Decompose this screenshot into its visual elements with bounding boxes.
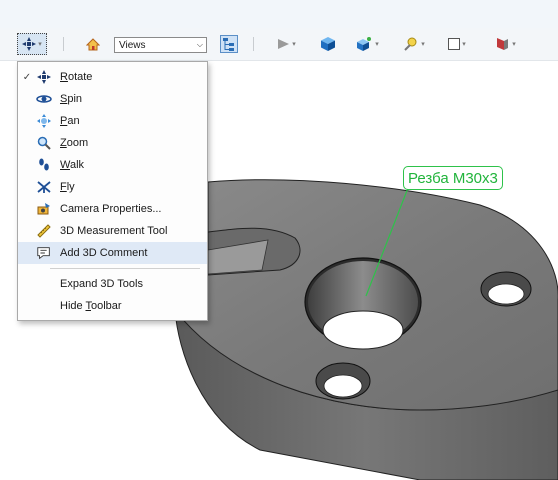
mounting-hole-front-opening [323,374,363,398]
3d-toolbar: ▾ ▾ ▾ ▾ ▾ ▾ [0,28,558,61]
menu-item-label: Expand 3D Tools [60,278,143,290]
part-color-button[interactable]: ▾ [444,33,470,55]
menu-item-pan[interactable]: Pan [18,110,207,132]
home-view-button[interactable] [84,33,102,55]
mounting-hole-right-opening [487,283,525,305]
chevron-down-icon: ⌵ [196,40,203,49]
3d-comment-text: Резба M30x3 [408,169,498,187]
rotate-icon [36,69,52,85]
menu-separator [50,268,200,269]
part-color-icon [448,38,461,50]
background-color-button[interactable]: ▾ [400,33,428,55]
menu-item-fly[interactable]: Fly [18,176,207,198]
cross-section-icon [497,38,509,50]
3d-object-icon [321,37,335,51]
camera-properties-icon [36,201,52,217]
menu-item-expand-3d-tools[interactable]: Expand 3D Tools [18,273,207,295]
navigation-tools-icon [22,37,37,51]
spin-icon [36,91,52,107]
menu-item-label: Fly [60,181,75,193]
cross-section-button[interactable]: ▾ [490,33,520,55]
add-comment-icon [36,245,52,261]
menu-item-label: Pan [60,115,80,127]
menu-item-spin[interactable]: Spin [18,88,207,110]
lighting-button[interactable]: ▾ [350,33,382,55]
toolbar-separator [63,37,64,51]
toolbar-separator [253,37,254,51]
menu-item-label: Walk [60,159,85,171]
menu-item-label: Add 3D Comment [60,247,148,259]
menu-item-label: Rotate [60,71,93,83]
menu-item-label: Camera Properties... [60,203,162,215]
zoom-icon [36,135,52,151]
navigation-tools-menu: ✓ Rotate Spin Pan Zoom Walk Fly Camera P… [17,61,208,321]
check-icon: ✓ [22,71,32,83]
home-view-icon [86,37,100,50]
menu-item-label: Zoom [60,137,89,149]
menu-item-label: Hide Toolbar [60,300,122,312]
menu-item-walk[interactable]: Walk [18,154,207,176]
walk-icon [36,157,52,173]
views-dropdown[interactable]: Views ⌵ [114,37,207,53]
menu-item-hide-toolbar[interactable]: Hide Toolbar [18,295,207,317]
menu-item-rotate[interactable]: ✓ Rotate [18,66,207,88]
3d-object-button[interactable] [318,33,338,55]
views-dropdown-value: Views [119,39,146,51]
3d-comment-callout[interactable]: Резба M30x3 [403,166,503,190]
measurement-tool-icon [36,223,52,239]
play-animation-icon [278,39,290,49]
top-strip [0,0,558,28]
background-color-icon [404,37,417,51]
menu-item-measurement-tool[interactable]: 3D Measurement Tool [18,220,207,242]
menu-item-zoom[interactable]: Zoom [18,132,207,154]
navigation-tools-button[interactable]: ▾ [17,33,47,55]
menu-item-camera-properties[interactable]: Camera Properties... [18,198,207,220]
lighting-icon [357,37,372,51]
model-tree-icon [220,35,238,53]
menu-item-add-3d-comment[interactable]: Add 3D Comment [18,242,207,264]
menu-item-label: Spin [60,93,83,105]
pan-icon [36,113,52,129]
menu-item-label: 3D Measurement Tool [60,225,168,237]
model-tree-button[interactable] [218,33,240,55]
bore-opening [322,310,404,350]
fly-icon [36,179,52,195]
play-animation-button[interactable]: ▾ [271,33,301,55]
